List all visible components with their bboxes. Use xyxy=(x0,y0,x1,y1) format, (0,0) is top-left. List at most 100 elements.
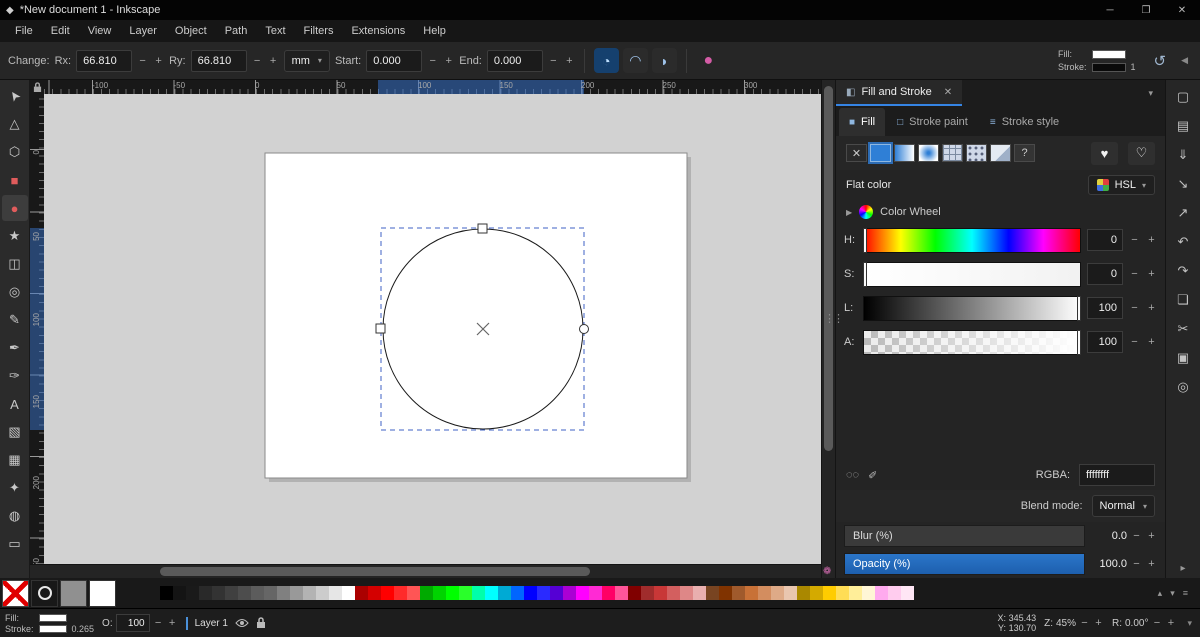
palette-swatch-22[interactable] xyxy=(446,586,459,600)
eraser-tool[interactable]: ▭ xyxy=(2,531,28,557)
menu-item-object[interactable]: Object xyxy=(166,22,216,40)
hue-slider-value[interactable]: 0 xyxy=(1087,229,1123,251)
vertical-ruler[interactable]: 050100150200250 xyxy=(30,94,44,564)
object-opacity-input[interactable]: 100 xyxy=(116,614,150,632)
dock-resize-handle[interactable]: ⋮⋮ xyxy=(824,312,842,325)
layer-visibility-icon[interactable] xyxy=(235,618,249,628)
palette-swatch-21[interactable] xyxy=(433,586,446,600)
layer-indicator[interactable]: Layer 1 xyxy=(186,617,266,630)
palette-swatch-20[interactable] xyxy=(420,586,433,600)
slider-thumb[interactable] xyxy=(1077,296,1081,321)
color-swatches-icon[interactable]: ◌◌ xyxy=(846,469,859,481)
palette-swatch-16[interactable] xyxy=(368,586,381,600)
blur-slider[interactable]: Blur (%) xyxy=(844,525,1085,547)
palette-menu-icon[interactable]: ≡ xyxy=(1183,588,1188,598)
menu-item-text[interactable]: Text xyxy=(256,22,294,40)
palette-swatch-50[interactable] xyxy=(810,586,823,600)
paint-unknown-button[interactable]: ? xyxy=(1014,144,1035,162)
spiral-tool[interactable]: ◎ xyxy=(2,279,28,305)
horizontal-ruler[interactable]: -100-50050100150200250300 xyxy=(44,80,821,94)
blur-decrement[interactable]: − xyxy=(1131,530,1142,542)
ruler-lock-icon[interactable] xyxy=(30,80,44,94)
paint-linear-gradient-button[interactable] xyxy=(894,144,915,162)
object-opacity-increment[interactable]: + xyxy=(167,617,178,629)
statusbar-expand-icon[interactable]: ▾ xyxy=(1184,618,1195,629)
palette-swatch-55[interactable] xyxy=(875,586,888,600)
hue-slider[interactable] xyxy=(863,228,1081,253)
palette-swatch-41[interactable] xyxy=(693,586,706,600)
palette-swatch-0[interactable] xyxy=(160,586,173,600)
palette-swatch-3[interactable] xyxy=(199,586,212,600)
palette-swatch-34[interactable] xyxy=(602,586,615,600)
palette-swatch-9[interactable] xyxy=(277,586,290,600)
palette-swatch-7[interactable] xyxy=(251,586,264,600)
alpha-slider-decrement[interactable]: − xyxy=(1129,336,1140,348)
palette-swatch-44[interactable] xyxy=(732,586,745,600)
slider-thumb[interactable] xyxy=(1077,330,1081,355)
star-tool[interactable]: ★ xyxy=(2,223,28,249)
palette-swatch-15[interactable] xyxy=(355,586,368,600)
menu-item-layer[interactable]: Layer xyxy=(120,22,166,40)
status-fill-swatch[interactable] xyxy=(39,614,67,622)
rx-input[interactable]: 66.810 xyxy=(76,50,132,72)
lightness-slider-decrement[interactable]: − xyxy=(1129,302,1140,314)
horizontal-scrollbar-thumb[interactable] xyxy=(160,567,590,576)
palette-swatch-29[interactable] xyxy=(537,586,550,600)
palette-swatch-49[interactable] xyxy=(797,586,810,600)
palette-swatch-33[interactable] xyxy=(589,586,602,600)
menu-item-filters[interactable]: Filters xyxy=(295,22,343,40)
minimize-button[interactable]: ─ xyxy=(1092,0,1128,20)
right-handle[interactable] xyxy=(580,325,589,334)
gray-swatch[interactable] xyxy=(60,580,87,607)
saturation-slider-decrement[interactable]: − xyxy=(1129,268,1140,280)
opacity-decrement[interactable]: − xyxy=(1131,558,1142,570)
palette-swatch-11[interactable] xyxy=(303,586,316,600)
maximize-button[interactable]: ❐ xyxy=(1128,0,1164,20)
new-document-icon[interactable]: ▢ xyxy=(1171,86,1195,108)
open-document-icon[interactable]: ▤ xyxy=(1171,115,1195,137)
pen-tool[interactable]: ✒ xyxy=(2,335,28,361)
palette-swatch-57[interactable] xyxy=(901,586,914,600)
ry-decrement[interactable]: − xyxy=(252,55,263,67)
arc-button[interactable]: ◠ xyxy=(623,48,648,73)
commands-expand-icon[interactable]: ▸ xyxy=(1180,563,1185,574)
color-mode-dropdown[interactable]: HSL ▾ xyxy=(1088,175,1155,195)
export-icon[interactable]: ↗ xyxy=(1171,202,1195,224)
alpha-slider-increment[interactable]: + xyxy=(1146,336,1157,348)
layer-name[interactable]: Layer 1 xyxy=(195,618,228,629)
paint-pattern-button[interactable] xyxy=(966,144,987,162)
palette-swatch-1[interactable] xyxy=(173,586,186,600)
palette-swatch-12[interactable] xyxy=(316,586,329,600)
zoom-icon[interactable]: ◎ xyxy=(1171,376,1195,398)
palette-swatch-26[interactable] xyxy=(498,586,511,600)
paint-swatch-button[interactable] xyxy=(990,144,1011,162)
fill-stroke-dialog-tab[interactable]: ◧ Fill and Stroke ✕ xyxy=(836,80,962,106)
palette-swatch-54[interactable] xyxy=(862,586,875,600)
refresh-icon[interactable]: ↺ xyxy=(1148,52,1173,70)
rx-decrement[interactable]: − xyxy=(137,55,148,67)
rotation-increment[interactable]: + xyxy=(1165,617,1176,629)
palette-swatch-14[interactable] xyxy=(342,586,355,600)
opacity-slider[interactable]: Opacity (%) xyxy=(844,553,1085,575)
white-swatch[interactable] xyxy=(89,580,116,607)
paint-radial-gradient-button[interactable] xyxy=(918,144,939,162)
palette-swatch-10[interactable] xyxy=(290,586,303,600)
palette-swatch-47[interactable] xyxy=(771,586,784,600)
ry-input[interactable]: 66.810 xyxy=(191,50,247,72)
close-dialog-icon[interactable]: ✕ xyxy=(944,87,952,98)
palette-swatch-13[interactable] xyxy=(329,586,342,600)
status-stroke-swatch[interactable] xyxy=(39,625,67,633)
rotation-decrement[interactable]: − xyxy=(1151,617,1162,629)
palette-swatch-17[interactable] xyxy=(381,586,394,600)
copy-icon[interactable]: ❏ xyxy=(1171,289,1195,311)
canvas-viewport[interactable] xyxy=(44,94,821,564)
palette-swatch-52[interactable] xyxy=(836,586,849,600)
palette-swatch-30[interactable] xyxy=(550,586,563,600)
lightness-slider[interactable] xyxy=(863,296,1081,321)
palette-swatch-27[interactable] xyxy=(511,586,524,600)
saturation-slider[interactable] xyxy=(863,262,1081,287)
lightness-slider-increment[interactable]: + xyxy=(1146,302,1157,314)
opacity-value[interactable]: 100.0 xyxy=(1089,558,1127,570)
text-tool[interactable]: A xyxy=(2,391,28,417)
rx-increment[interactable]: + xyxy=(153,55,164,67)
